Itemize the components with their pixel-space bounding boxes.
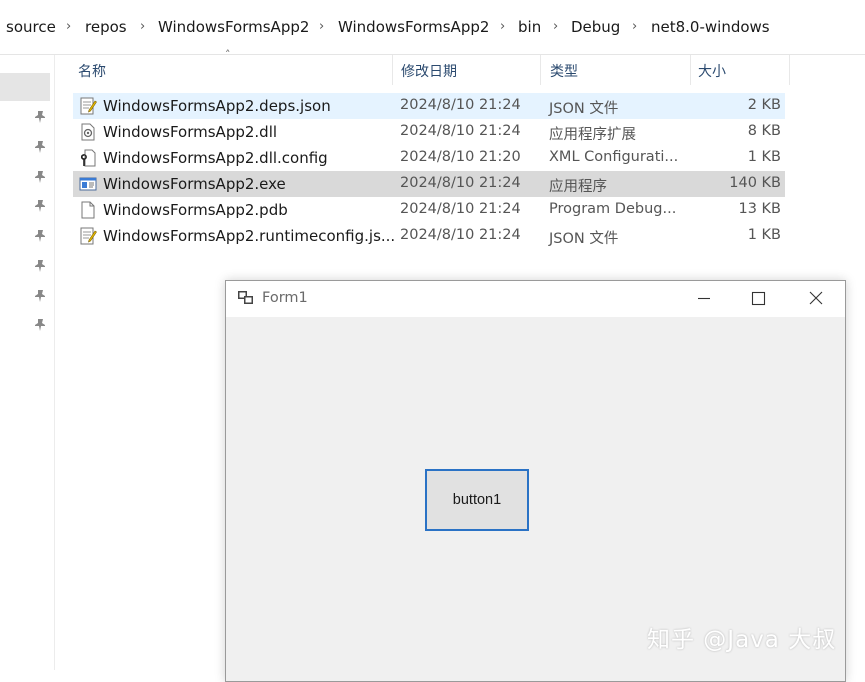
column-header-name[interactable]: 名称 xyxy=(78,61,106,91)
breadcrumb-item-project[interactable]: WindowsFormsApp2 xyxy=(158,18,309,36)
pin-icon[interactable] xyxy=(33,229,47,243)
pdb-file-icon xyxy=(81,201,95,219)
file-type: XML Configurati... xyxy=(549,149,679,165)
breadcrumb: source › repos › WindowsFormsApp2 › Wind… xyxy=(0,0,865,55)
file-row[interactable]: WindowsFormsApp2.pdb 2024/8/10 21:24 Pro… xyxy=(73,197,785,223)
file-size: 13 KB xyxy=(738,201,781,217)
pin-icon[interactable] xyxy=(33,199,47,213)
file-name[interactable]: WindowsFormsApp2.pdb xyxy=(103,201,288,219)
pin-icon[interactable] xyxy=(33,110,47,124)
file-row[interactable]: WindowsFormsApp2.runtimeconfig.js... 202… xyxy=(73,223,785,249)
chevron-right-icon[interactable]: › xyxy=(500,19,505,34)
file-date: 2024/8/10 21:20 xyxy=(400,149,521,165)
column-header-date[interactable]: 修改日期 xyxy=(401,61,457,91)
config-file-icon xyxy=(80,149,96,167)
file-row[interactable]: WindowsFormsApp2.dll 2024/8/10 21:24 应用程… xyxy=(73,119,785,145)
file-size: 1 KB xyxy=(747,227,781,243)
breadcrumb-item-project-sub[interactable]: WindowsFormsApp2 xyxy=(338,18,489,36)
dll-file-icon xyxy=(81,123,95,141)
chevron-right-icon[interactable]: › xyxy=(319,19,324,34)
form1-titlebar[interactable]: Form1 xyxy=(226,281,845,317)
chevron-right-icon[interactable]: › xyxy=(140,19,145,34)
nav-selected-item[interactable] xyxy=(0,73,50,101)
file-name[interactable]: WindowsFormsApp2.dll xyxy=(103,123,277,141)
minimize-button[interactable] xyxy=(681,281,727,317)
file-size: 1 KB xyxy=(747,149,781,165)
pin-icon[interactable] xyxy=(33,259,47,273)
file-size: 2 KB xyxy=(747,97,781,113)
column-divider[interactable] xyxy=(392,55,393,85)
file-row[interactable]: WindowsFormsApp2.deps.json 2024/8/10 21:… xyxy=(73,93,785,119)
file-row[interactable]: WindowsFormsApp2.dll.config 2024/8/10 21… xyxy=(73,145,785,171)
file-date: 2024/8/10 21:24 xyxy=(400,175,521,191)
maximize-button[interactable] xyxy=(736,281,782,317)
button1[interactable]: button1 xyxy=(425,469,529,531)
file-size: 140 KB xyxy=(729,175,781,191)
breadcrumb-item-source[interactable]: source xyxy=(6,18,56,36)
file-type: 应用程序 xyxy=(549,179,607,195)
form-app-icon xyxy=(238,291,253,304)
json-file-icon xyxy=(80,97,97,115)
column-divider[interactable] xyxy=(789,55,790,85)
close-button[interactable] xyxy=(793,281,839,317)
pin-icon[interactable] xyxy=(33,318,47,332)
file-name[interactable]: WindowsFormsApp2.runtimeconfig.js... xyxy=(103,227,395,245)
form1-title: Form1 xyxy=(262,290,308,306)
watermark-text: 知乎 @Java 大叔 xyxy=(647,627,837,653)
breadcrumb-item-debug[interactable]: Debug xyxy=(571,18,620,36)
chevron-right-icon[interactable]: › xyxy=(66,19,71,34)
file-date: 2024/8/10 21:24 xyxy=(400,123,521,139)
exe-file-icon xyxy=(79,177,97,191)
file-date: 2024/8/10 21:24 xyxy=(400,97,521,113)
file-type: Program Debug... xyxy=(549,201,677,217)
file-date: 2024/8/10 21:24 xyxy=(400,227,521,243)
chevron-right-icon[interactable]: › xyxy=(553,19,558,34)
breadcrumb-item-bin[interactable]: bin xyxy=(518,18,541,36)
pin-icon[interactable] xyxy=(33,140,47,154)
breadcrumb-item-net8[interactable]: net8.0-windows xyxy=(651,18,770,36)
column-divider[interactable] xyxy=(540,55,541,85)
file-row-selected[interactable]: WindowsFormsApp2.exe 2024/8/10 21:24 应用程… xyxy=(73,171,785,197)
file-type: 应用程序扩展 xyxy=(549,127,636,143)
file-type: JSON 文件 xyxy=(549,231,619,247)
file-name[interactable]: WindowsFormsApp2.exe xyxy=(103,175,286,193)
navigation-pane xyxy=(0,55,55,670)
pin-icon[interactable] xyxy=(33,170,47,184)
chevron-right-icon[interactable]: › xyxy=(632,19,637,34)
sort-ascending-icon: ˄ xyxy=(225,48,231,61)
file-name[interactable]: WindowsFormsApp2.deps.json xyxy=(103,97,331,115)
pin-icon[interactable] xyxy=(33,289,47,303)
column-header-type[interactable]: 类型 xyxy=(550,61,578,91)
file-size: 8 KB xyxy=(747,123,781,139)
column-header-size[interactable]: 大小 xyxy=(698,61,726,91)
file-type: JSON 文件 xyxy=(549,101,619,117)
breadcrumb-item-repos[interactable]: repos xyxy=(85,18,127,36)
file-date: 2024/8/10 21:24 xyxy=(400,201,521,217)
column-divider[interactable] xyxy=(690,55,691,85)
file-name[interactable]: WindowsFormsApp2.dll.config xyxy=(103,149,328,167)
json-file-icon xyxy=(80,227,97,245)
